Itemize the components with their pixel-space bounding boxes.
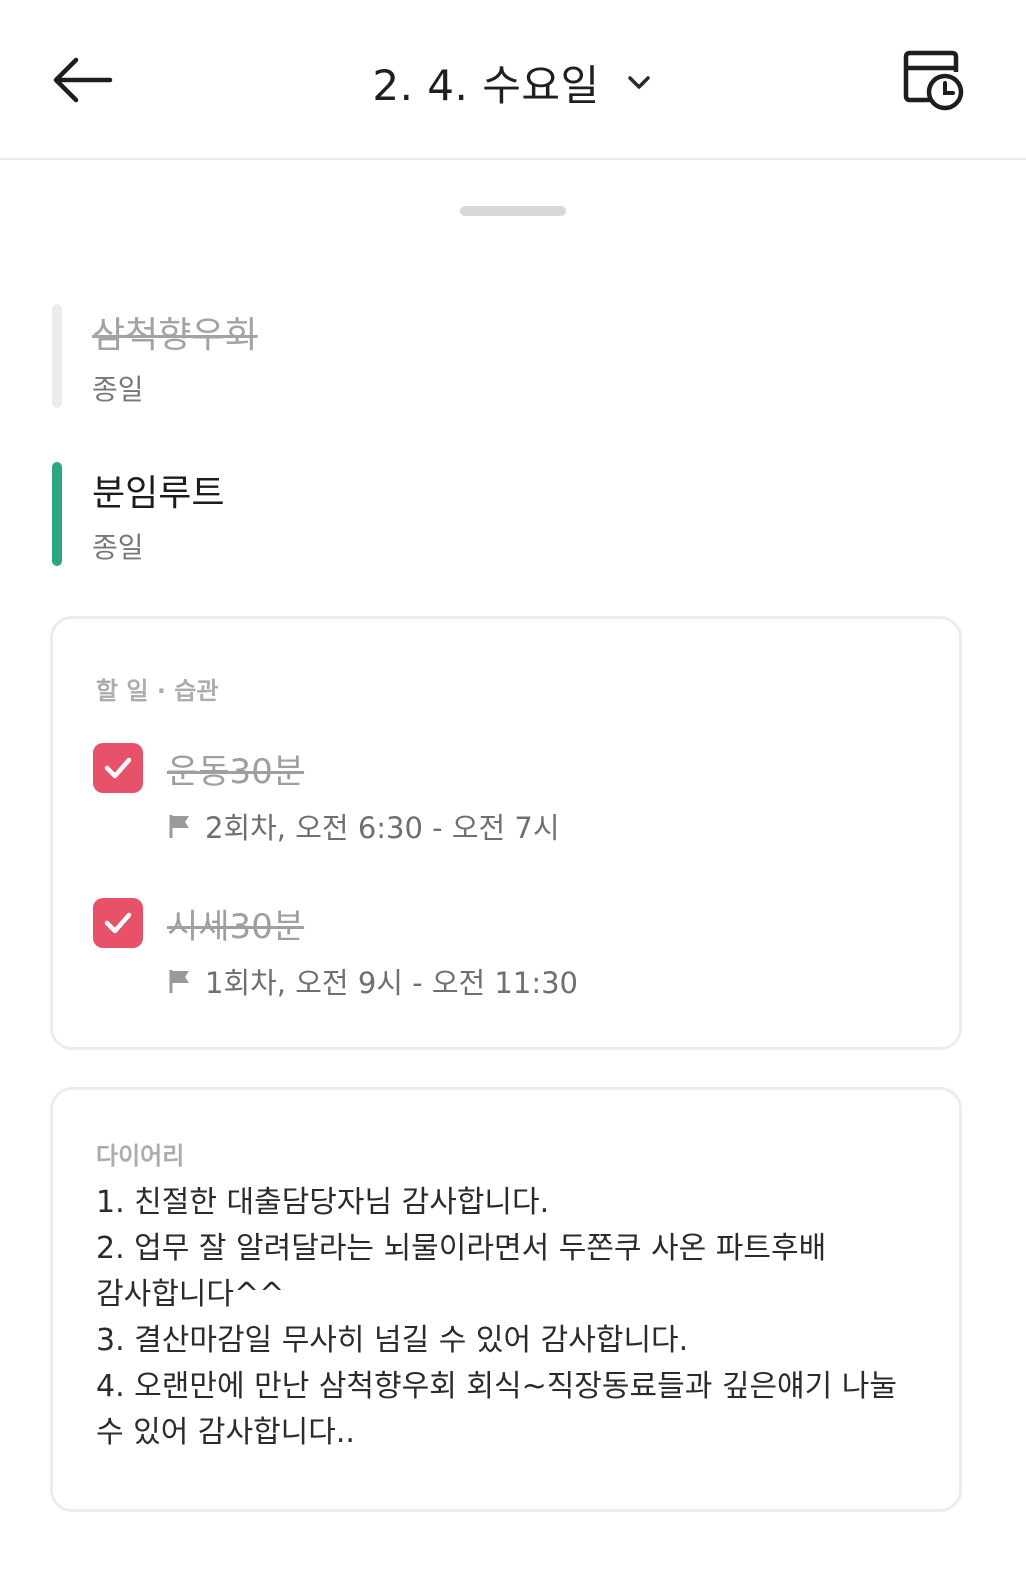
task-schedule: 1회차, 오전 9시 - 오전 11:30 xyxy=(205,966,579,1000)
calendar-history-button[interactable] xyxy=(900,48,970,112)
sheet-drag-handle[interactable] xyxy=(460,206,566,216)
task-title: 운동30분 xyxy=(167,752,305,792)
section-label: 할 일 · 습관 xyxy=(96,677,219,705)
diary-content: 1. 친절한 대출담당자님 감사합니다. 2. 업무 잘 알려달라는 뇌물이라면… xyxy=(96,1180,936,1456)
task-meta: 2회차, 오전 6:30 - 오전 7시 xyxy=(167,805,560,847)
event-title: 분임루트 xyxy=(92,473,225,514)
diary-line: 4. 오랜만에 만난 삼척향우회 회식~직장동료들과 깊은얘기 나눌 xyxy=(96,1369,897,1404)
flag-icon xyxy=(169,815,189,838)
event-color-bar xyxy=(52,304,62,408)
date-selector[interactable]: 2. 4. 수요일 xyxy=(0,50,1026,114)
calendar-clock-icon xyxy=(903,50,964,111)
task-item[interactable]: 운동30분 2회차, 오전 6:30 - 오전 7시 xyxy=(93,743,913,853)
checkmark-icon xyxy=(104,757,132,779)
event-time: 종일 xyxy=(92,531,144,564)
diary-line: 2. 업무 잘 알려달라는 뇌물이라면서 두쫀쿠 사온 파트후배 xyxy=(96,1231,827,1266)
checkmark-icon xyxy=(104,912,132,934)
diary-card[interactable]: 다이어리 1. 친절한 대출담당자님 감사합니다. 2. 업무 잘 알려달라는 … xyxy=(50,1087,962,1512)
task-meta: 1회차, 오전 9시 - 오전 11:30 xyxy=(167,960,578,1002)
diary-line: 감사합니다^^ xyxy=(96,1277,285,1312)
tasks-habits-card: 할 일 · 습관 운동30분 2회차, 오전 6:30 - 오전 7시 시세30… xyxy=(50,616,962,1050)
event-item[interactable]: 삼척향우회 종일 xyxy=(52,304,652,408)
task-checkbox[interactable] xyxy=(93,898,143,948)
task-item[interactable]: 시세30분 1회차, 오전 9시 - 오전 11:30 xyxy=(93,898,913,1008)
task-title: 시세30분 xyxy=(167,907,305,947)
section-label: 다이어리 xyxy=(96,1142,185,1170)
event-color-bar xyxy=(52,462,62,566)
diary-line: 1. 친절한 대출담당자님 감사합니다. xyxy=(96,1185,550,1220)
chevron-down-icon xyxy=(627,76,650,89)
task-checkbox[interactable] xyxy=(93,743,143,793)
task-schedule: 2회차, 오전 6:30 - 오전 7시 xyxy=(205,811,560,845)
diary-line: 수 있어 감사합니다.. xyxy=(96,1415,355,1450)
page-title: 2. 4. 수요일 xyxy=(372,60,600,110)
event-item[interactable]: 분임루트 종일 xyxy=(52,462,652,566)
app-header: 2. 4. 수요일 xyxy=(0,0,1026,160)
diary-line: 3. 결산마감일 무사히 넘길 수 있어 감사합니다. xyxy=(96,1323,689,1358)
flag-icon xyxy=(169,970,189,993)
event-time: 종일 xyxy=(92,373,144,406)
event-title: 삼척향우회 xyxy=(92,315,258,356)
